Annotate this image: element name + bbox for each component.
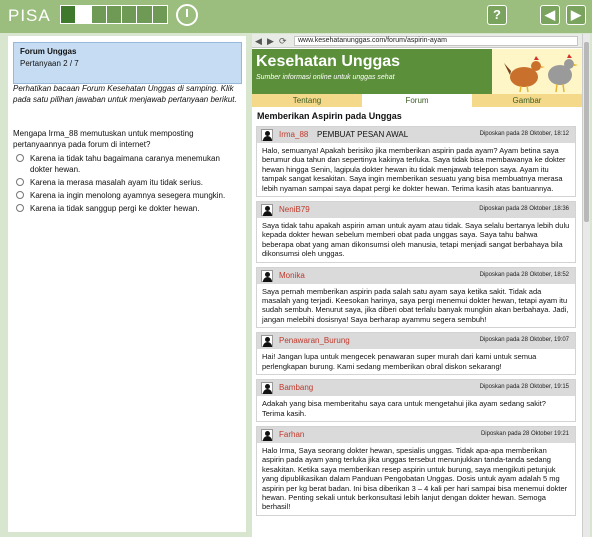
- refresh-icon[interactable]: ⟳: [279, 36, 287, 46]
- forum-post: Monika Diposkan pada 28 Oktober, 18:52 S…: [256, 266, 576, 329]
- post-author: Farhan: [279, 429, 305, 439]
- question-counter: Pertanyaan 2 / 7: [20, 59, 79, 68]
- site-subtitle: Sumber informasi online untuk unggas seh…: [256, 74, 395, 81]
- browser-back-icon[interactable]: ◀: [255, 36, 262, 46]
- post-date: Diposkan pada 28 Oktober, 19:07: [479, 337, 569, 344]
- post-date: Diposkan pada 28 Oktober 19:21: [480, 430, 569, 437]
- help-button[interactable]: ?: [487, 5, 507, 25]
- pisa-logo: PISA: [8, 6, 51, 25]
- site-nav-tabs: Tentang Forum Gambar: [252, 94, 582, 107]
- banner-title-area: Kesehatan Unggas Sumber informasi online…: [252, 49, 492, 94]
- radio-button[interactable]: [16, 178, 24, 186]
- answer-option[interactable]: Karena ia ingin menolong ayamnya seseger…: [16, 190, 238, 201]
- question-header: Forum Unggas Pertanyaan 2 / 7: [13, 42, 242, 84]
- option-label: Karena ia tidak tahu bagaimana caranya m…: [30, 154, 220, 174]
- tab-gambar[interactable]: Gambar: [472, 94, 582, 107]
- post-author: NeniB79: [279, 205, 310, 215]
- user-avatar-icon: [261, 129, 273, 141]
- post-header: Bambang Diposkan pada 28 Oktober, 19:15: [257, 380, 575, 397]
- question-text: Mengapa Irma_88 memutuskan untuk mempost…: [13, 129, 194, 149]
- radio-button[interactable]: [16, 154, 24, 162]
- answer-option[interactable]: Karena ia tidak sanggup pergi ke dokter …: [16, 203, 238, 214]
- post-date: Diposkan pada 28 Oktober ,18:36: [479, 206, 569, 213]
- post-body: Halo Irma, Saya seorang dokter hewan, sp…: [257, 442, 575, 515]
- address-bar[interactable]: www.kesehatanunggas.com/forum/aspirin-ay…: [294, 36, 578, 46]
- forum-thread-title: Memberikan Aspirin pada Unggas: [257, 111, 402, 121]
- progress-cell: [152, 6, 167, 23]
- user-avatar-icon: [261, 269, 273, 282]
- answer-option[interactable]: Karena ia tidak tahu bagaimana caranya m…: [16, 153, 238, 175]
- chicken-illustration: [504, 54, 578, 93]
- post-date: Diposkan pada 28 Oktober, 18:52: [479, 271, 569, 278]
- radio-button[interactable]: [16, 204, 24, 212]
- answer-option[interactable]: Karena ia merasa masalah ayam itu tidak …: [16, 177, 238, 188]
- next-button[interactable]: ▶: [566, 5, 586, 25]
- progress-cell: [61, 6, 77, 23]
- forum-post: Irma_88 PEMBUAT PESAN AWAL Diposkan pada…: [256, 126, 576, 198]
- post-header: NeniB79 Diposkan pada 28 Oktober ,18:36: [257, 202, 575, 219]
- post-header: Penawaran_Burung Diposkan pada 28 Oktobe…: [257, 333, 575, 350]
- tab-forum[interactable]: Forum: [362, 94, 472, 107]
- post-header: Irma_88 PEMBUAT PESAN AWAL Diposkan pada…: [257, 127, 575, 143]
- post-date: Diposkan pada 28 Oktober, 19:15: [479, 384, 569, 391]
- post-body: Adakah yang bisa memberitahu saya cara u…: [257, 396, 575, 421]
- forum-post: Penawaran_Burung Diposkan pada 28 Oktobe…: [256, 332, 576, 376]
- back-button[interactable]: ◀: [540, 5, 560, 25]
- forum-post: Bambang Diposkan pada 28 Oktober, 19:15 …: [256, 379, 576, 422]
- browser-forward-icon[interactable]: ▶: [267, 36, 274, 46]
- user-avatar-icon: [261, 204, 273, 217]
- post-body: Saya pernah memberikan aspirin pada sala…: [257, 283, 575, 328]
- post-author: Monika: [279, 270, 305, 280]
- post-body: Saya tidak tahu apakah aspirin aman untu…: [257, 218, 575, 262]
- progress-cell: [91, 6, 107, 23]
- site-banner: Kesehatan Unggas Sumber informasi online…: [252, 49, 582, 94]
- stimulus-panel: ◀ ▶ ⟳ www.kesehatanunggas.com/forum/aspi…: [252, 34, 582, 537]
- post-author: Irma_88: [279, 130, 309, 139]
- instruction-text: Perhatikan bacaan Forum Kesehatan Unggas…: [13, 84, 237, 104]
- post-date: Diposkan pada 28 Oktober, 18:12: [479, 131, 569, 137]
- answer-options: Karena ia tidak tahu bagaimana caranya m…: [16, 153, 238, 216]
- top-bar: PISA ? ◀ ▶: [0, 0, 592, 33]
- post-subject: PEMBUAT PESAN AWAL: [317, 130, 409, 139]
- post-header: Farhan Diposkan pada 28 Oktober 19:21: [257, 426, 575, 443]
- browser-bar: ◀ ▶ ⟳ www.kesehatanunggas.com/forum/aspi…: [252, 34, 582, 48]
- forum-post: NeniB79 Diposkan pada 28 Oktober ,18:36 …: [256, 201, 576, 263]
- progress-cell: [122, 6, 138, 23]
- option-label: Karena ia tidak sanggup pergi ke dokter …: [30, 204, 200, 213]
- radio-button[interactable]: [16, 191, 24, 199]
- post-body: Hai! Jangan lupa untuk mengecek penawara…: [257, 349, 575, 375]
- post-author: Bambang: [279, 383, 314, 393]
- user-avatar-icon: [261, 382, 273, 395]
- question-progress-bar: [60, 5, 168, 24]
- scrollbar-thumb[interactable]: [584, 42, 589, 222]
- progress-cell: [137, 6, 153, 23]
- forum-post: Farhan Diposkan pada 28 Oktober 19:21 Ha…: [256, 425, 576, 516]
- option-label: Karena ia ingin menolong ayamnya seseger…: [30, 191, 226, 200]
- forum-posts: Irma_88 PEMBUAT PESAN AWAL Diposkan pada…: [256, 126, 576, 520]
- user-avatar-icon: [261, 428, 273, 441]
- user-avatar-icon: [261, 335, 273, 348]
- post-author: Penawaran_Burung: [279, 336, 350, 346]
- question-panel: Forum Unggas Pertanyaan 2 / 7 Perhatikan…: [8, 36, 246, 532]
- option-label: Karena ia merasa masalah ayam itu tidak …: [30, 178, 203, 187]
- progress-cell: [106, 6, 123, 23]
- post-body: Halo, semuanya! Apakah berisiko jika mem…: [257, 143, 575, 197]
- unit-title: Forum Unggas: [20, 47, 77, 56]
- site-title: Kesehatan Unggas: [256, 53, 401, 70]
- progress-cell-current: [76, 6, 92, 23]
- scrollbar[interactable]: [582, 34, 590, 537]
- timer-icon: [176, 4, 198, 26]
- tab-tentang[interactable]: Tentang: [252, 94, 362, 107]
- post-header: Monika Diposkan pada 28 Oktober, 18:52: [257, 267, 575, 284]
